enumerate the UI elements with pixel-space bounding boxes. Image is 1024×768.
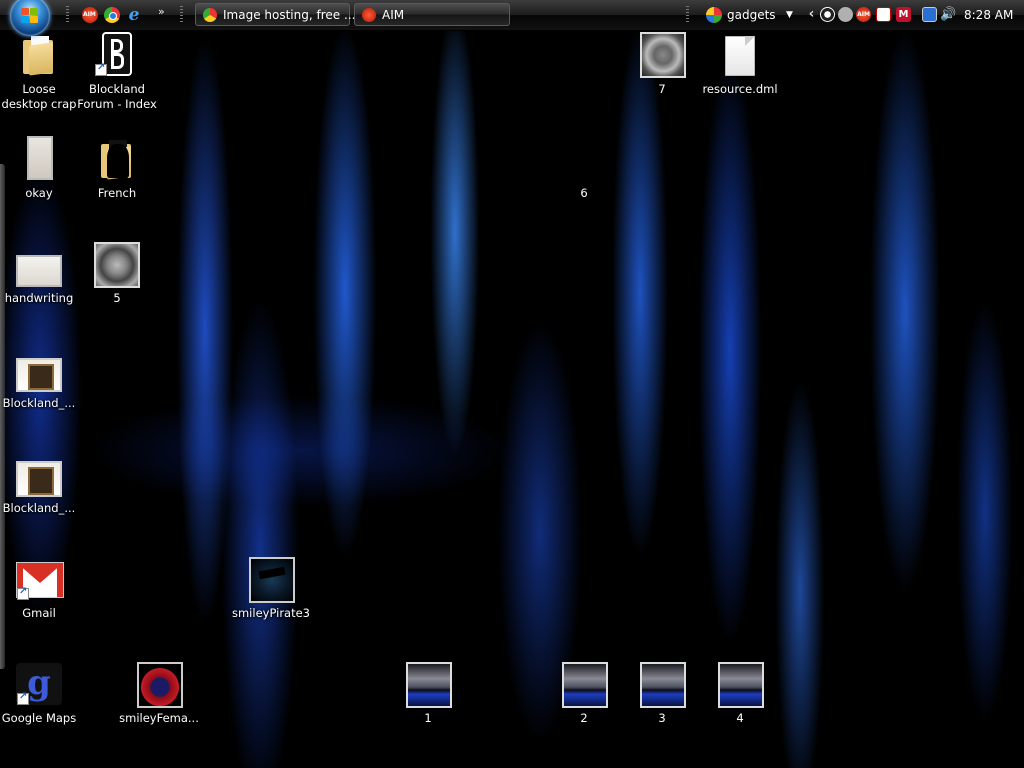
desktop-icon-resource-dml[interactable]: resource.dml: [698, 32, 782, 97]
windows-logo-icon: [21, 8, 39, 24]
desktop-icon-okay[interactable]: okay: [0, 136, 81, 201]
mcafee-icon[interactable]: M: [896, 7, 911, 22]
desktop-icon-label: 2: [580, 711, 588, 725]
desktop-icon-label: handwriting: [4, 291, 74, 305]
blockland-logo-icon: [95, 32, 139, 76]
image-file-icon: [640, 32, 686, 78]
desktop-icon-google-maps[interactable]: g Google Maps: [0, 661, 81, 726]
desktop-icon-label: 4: [736, 711, 744, 725]
aim-tray-icon[interactable]: AIM: [856, 7, 871, 22]
chrome-icon: [203, 8, 217, 22]
tray-expand-icon[interactable]: ‹: [804, 7, 819, 22]
image-file-icon: [640, 661, 686, 708]
taskbar-separator: [686, 6, 689, 24]
image-file-icon: [562, 136, 606, 180]
internet-explorer-icon[interactable]: e: [126, 7, 142, 24]
gmail-icon: [16, 556, 64, 600]
image-file-icon: [16, 346, 62, 392]
desktop-icon-label: French: [97, 186, 137, 200]
clock[interactable]: 8:28 AM: [964, 0, 1013, 30]
start-button[interactable]: [10, 0, 50, 36]
desktop-icon-3[interactable]: 3: [620, 661, 704, 726]
chrome-icon[interactable]: [104, 7, 120, 23]
quick-launch-overflow-button[interactable]: »: [158, 5, 165, 18]
desktop[interactable]: Loose desktop crap okay handwriting Bloc…: [0, 31, 1024, 768]
shortcut-arrow-icon: [17, 586, 29, 600]
folder-icon: [95, 136, 139, 180]
desktop-icon-loose-desktop-crap[interactable]: Loose desktop crap: [0, 32, 81, 112]
network-icon[interactable]: [922, 7, 937, 22]
desktop-icon-label: Blockland_...: [2, 501, 76, 515]
desktop-icon-label: 3: [658, 711, 666, 725]
image-file-icon: [16, 451, 62, 497]
desktop-icon-label: smileyPirate3: [231, 606, 311, 620]
desktop-icon-french[interactable]: French: [75, 136, 159, 201]
taskbar-button-label: AIM: [382, 8, 405, 22]
shortcut-arrow-icon: [95, 62, 107, 76]
desktop-icon-blockland-1[interactable]: Blockland_...: [0, 346, 81, 411]
image-file-icon: [16, 241, 62, 287]
desktop-icon-label: Google Maps: [1, 711, 77, 725]
desktop-icon-7[interactable]: 7: [620, 32, 704, 97]
network-warning-icon[interactable]: [838, 7, 853, 22]
file-icon: [718, 32, 762, 76]
shortcut-arrow-icon: [17, 691, 29, 705]
taskbar-separator: [180, 6, 183, 24]
desktop-icon-6[interactable]: 6: [542, 136, 626, 201]
aim-icon: [362, 8, 376, 22]
image-file-icon: [406, 661, 452, 708]
desktop-icon-smiley-pirate3[interactable]: smileyPirate3: [229, 556, 313, 621]
image-file-icon: [249, 556, 295, 603]
aim-icon-label: AIM: [83, 11, 96, 18]
desktop-icon-label: resource.dml: [702, 82, 778, 96]
flag-icon[interactable]: [876, 7, 891, 22]
gadgets-label: gadgets: [727, 8, 776, 22]
desktop-icon-blockland-forum[interactable]: Blockland Forum - Index: [75, 32, 159, 112]
image-file-icon: [137, 661, 183, 708]
chevron-down-icon[interactable]: ▼: [786, 0, 793, 30]
desktop-icon-handwriting[interactable]: handwriting: [0, 241, 81, 306]
image-file-icon: [17, 136, 61, 180]
taskbar-button-aim[interactable]: AIM: [354, 3, 510, 26]
taskbar: AIM e » Image hosting, free ... AIM gadg…: [0, 0, 1024, 36]
desktop-icon-gmail[interactable]: Gmail: [0, 556, 81, 621]
desktop-icon-label: okay: [25, 186, 53, 200]
volume-icon[interactable]: 🔊: [940, 7, 956, 22]
desktop-icon-5[interactable]: 5: [75, 241, 159, 306]
desktop-icon-4[interactable]: 4: [698, 661, 782, 726]
desktop-icon-label: Blockland_...: [2, 396, 76, 410]
desktop-icon-2[interactable]: 2: [542, 661, 626, 726]
taskbar-button-label: Image hosting, free ...: [223, 8, 356, 22]
desktop-icon-label: Loose desktop crap: [1, 82, 77, 111]
desktop-icon-label: Gmail: [22, 606, 56, 620]
image-file-icon: [718, 661, 764, 708]
desktop-icon-label: 6: [580, 186, 588, 200]
desktop-icon-label: 1: [424, 711, 432, 725]
folder-icon: [17, 32, 61, 76]
desktop-icon-label: 7: [658, 82, 666, 96]
desktop-icon-label: 5: [113, 291, 121, 305]
gadgets-icon: [706, 7, 722, 23]
desktop-icon-label: smileyFema...: [119, 711, 199, 725]
image-file-icon: [94, 241, 140, 288]
desktop-icon-label: Blockland Forum - Index: [77, 82, 157, 111]
taskbar-button-image-hosting[interactable]: Image hosting, free ...: [195, 3, 355, 26]
image-file-icon: [562, 661, 608, 708]
desktop-icon-blockland-2[interactable]: Blockland_...: [0, 451, 81, 516]
aim-icon[interactable]: AIM: [82, 7, 98, 23]
steam-icon[interactable]: [820, 7, 835, 22]
google-maps-icon: g: [16, 661, 62, 705]
desktop-icon-smiley-female[interactable]: smileyFema...: [117, 661, 201, 726]
taskbar-separator: [66, 6, 69, 24]
desktop-icon-1[interactable]: 1: [386, 661, 470, 726]
